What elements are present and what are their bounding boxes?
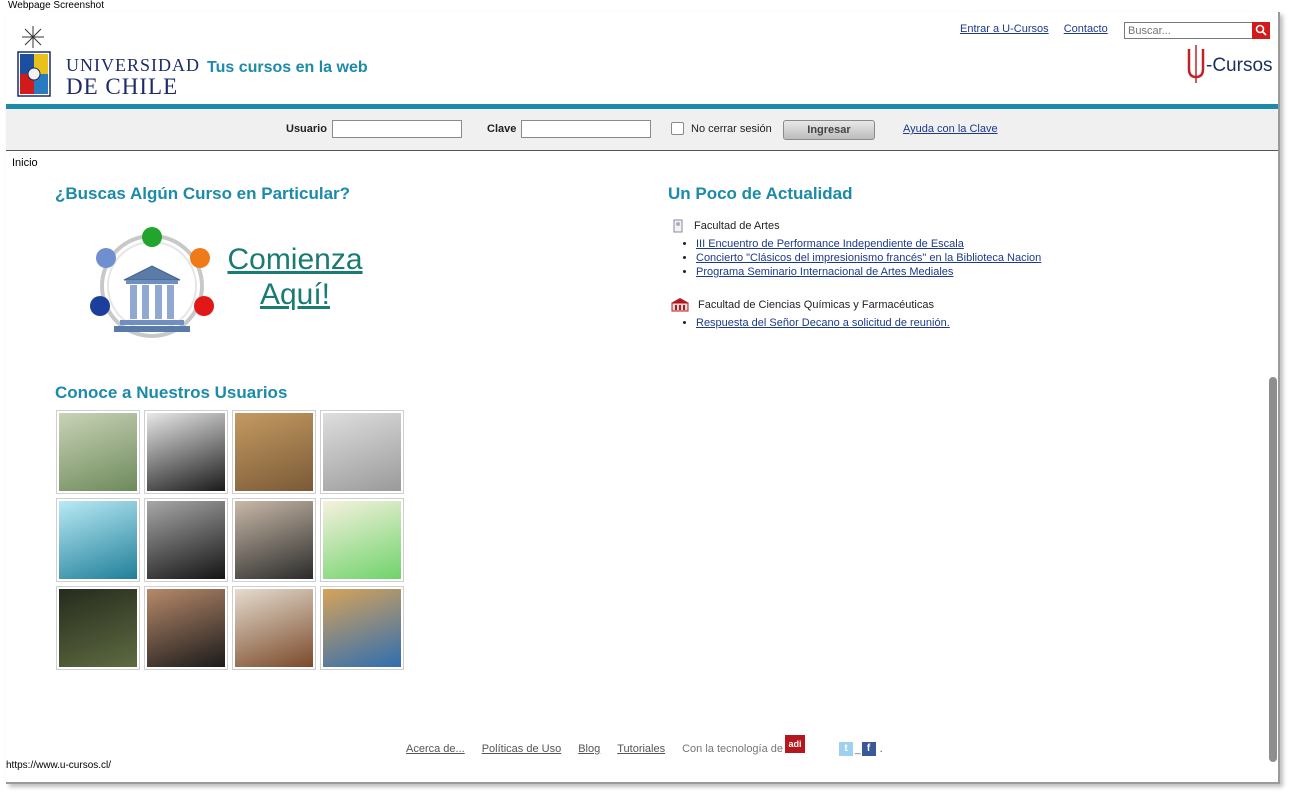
news-item[interactable]: Concierto "Clásicos del impresionismo fr…: [696, 252, 1041, 264]
username-label: Usuario: [286, 123, 327, 135]
course-search-heading: ¿Buscas Algún Curso en Particular?: [55, 184, 351, 203]
social-separator: _: [855, 743, 861, 755]
status-url: https://www.u-cursos.cl/: [6, 760, 112, 771]
university-crest-icon: [17, 26, 51, 97]
logo-line-2: DE CHILE: [66, 74, 179, 99]
powered-by-text: Con la tecnología de: [682, 743, 784, 755]
login-button[interactable]: Ingresar: [783, 120, 875, 140]
about-link[interactable]: Acerca de...: [406, 743, 465, 755]
user-avatar-grid: [56, 410, 404, 670]
university-logo[interactable]: UNIVERSIDAD DE CHILE: [16, 24, 199, 100]
avatar[interactable]: [144, 410, 228, 494]
avatar[interactable]: [144, 498, 228, 582]
avatar[interactable]: [56, 410, 140, 494]
search-input[interactable]: [1124, 22, 1270, 39]
u-cursos-mark-icon: [1187, 45, 1205, 83]
faculty-name: Facultad de Artes: [694, 220, 780, 232]
users-heading: Conoce a Nuestros Usuarios: [55, 383, 288, 402]
news-item[interactable]: Programa Seminario Internacional de Arte…: [696, 266, 953, 278]
faculty-arts-icon: [673, 219, 683, 233]
browser-viewport: UNIVERSIDAD DE CHILE Tus cursos en la we…: [6, 12, 1280, 784]
avatar[interactable]: [232, 410, 316, 494]
password-help-link[interactable]: Ayuda con la Clave: [903, 123, 998, 135]
adi-logo[interactable]: adi: [785, 735, 806, 753]
username-input[interactable]: [332, 120, 462, 138]
news-list: Respuesta del Señor Decano a solicitud d…: [696, 316, 950, 330]
blog-link[interactable]: Blog: [578, 743, 600, 755]
remember-session-checkbox[interactable]: [671, 122, 684, 135]
logo-line-1: UNIVERSIDAD: [66, 55, 200, 75]
news-item[interactable]: III Encuentro de Performance Independien…: [696, 238, 964, 250]
news-group-arts: Facultad de Artes III Encuentro de Perfo…: [670, 218, 1041, 279]
facebook-icon[interactable]: f: [861, 742, 876, 756]
avatar[interactable]: [144, 586, 228, 670]
news-heading: Un Poco de Actualidad: [668, 184, 853, 203]
vertical-scrollbar[interactable]: [1269, 377, 1277, 762]
start-here-link[interactable]: Comienza Aquí!: [226, 242, 364, 312]
faculty-chemistry-icon: [671, 298, 689, 312]
login-link[interactable]: Entrar a U-Cursos: [960, 23, 1049, 35]
avatar[interactable]: [56, 586, 140, 670]
breadcrumb: Inicio: [12, 157, 38, 169]
terms-link[interactable]: Políticas de Uso: [482, 743, 561, 755]
login-bar: Usuario Clave No cerrar sesión Ingresar …: [6, 109, 1278, 151]
contact-link[interactable]: Contacto: [1064, 23, 1108, 35]
password-input[interactable]: [521, 120, 651, 138]
avatar[interactable]: [320, 586, 404, 670]
avatar[interactable]: [56, 498, 140, 582]
header-links: Entrar a U-Cursos Contacto: [960, 23, 1120, 35]
remember-session-label: No cerrar sesión: [691, 123, 772, 135]
password-label: Clave: [487, 123, 517, 135]
site-header: UNIVERSIDAD DE CHILE Tus cursos en la we…: [6, 12, 1278, 104]
u-cursos-brand-text: -Cursos: [1206, 55, 1273, 76]
search-icon: [1255, 24, 1267, 36]
news-item[interactable]: Respuesta del Señor Decano a solicitud d…: [696, 317, 950, 329]
screenshot-caption: Webpage Screenshot: [8, 0, 104, 11]
avatar[interactable]: [232, 586, 316, 670]
site-tagline: Tus cursos en la web: [207, 59, 368, 76]
site-footer: Acerca de... Políticas de Uso Blog Tutor…: [406, 735, 883, 756]
news-group-chemistry: Facultad de Ciencias Químicas y Farmacéu…: [670, 297, 950, 330]
faculty-name: Facultad de Ciencias Químicas y Farmacéu…: [698, 299, 934, 311]
avatar[interactable]: [320, 410, 404, 494]
twitter-icon[interactable]: t: [839, 742, 854, 756]
news-list: III Encuentro de Performance Independien…: [696, 237, 1041, 279]
search-button[interactable]: [1252, 22, 1270, 39]
avatar[interactable]: [320, 498, 404, 582]
courses-hub-icon[interactable]: [80, 222, 224, 354]
footer-dot: .: [879, 743, 883, 755]
u-cursos-logo[interactable]: -Cursos: [1186, 45, 1278, 83]
tutorials-link[interactable]: Tutoriales: [617, 743, 665, 755]
avatar[interactable]: [232, 498, 316, 582]
